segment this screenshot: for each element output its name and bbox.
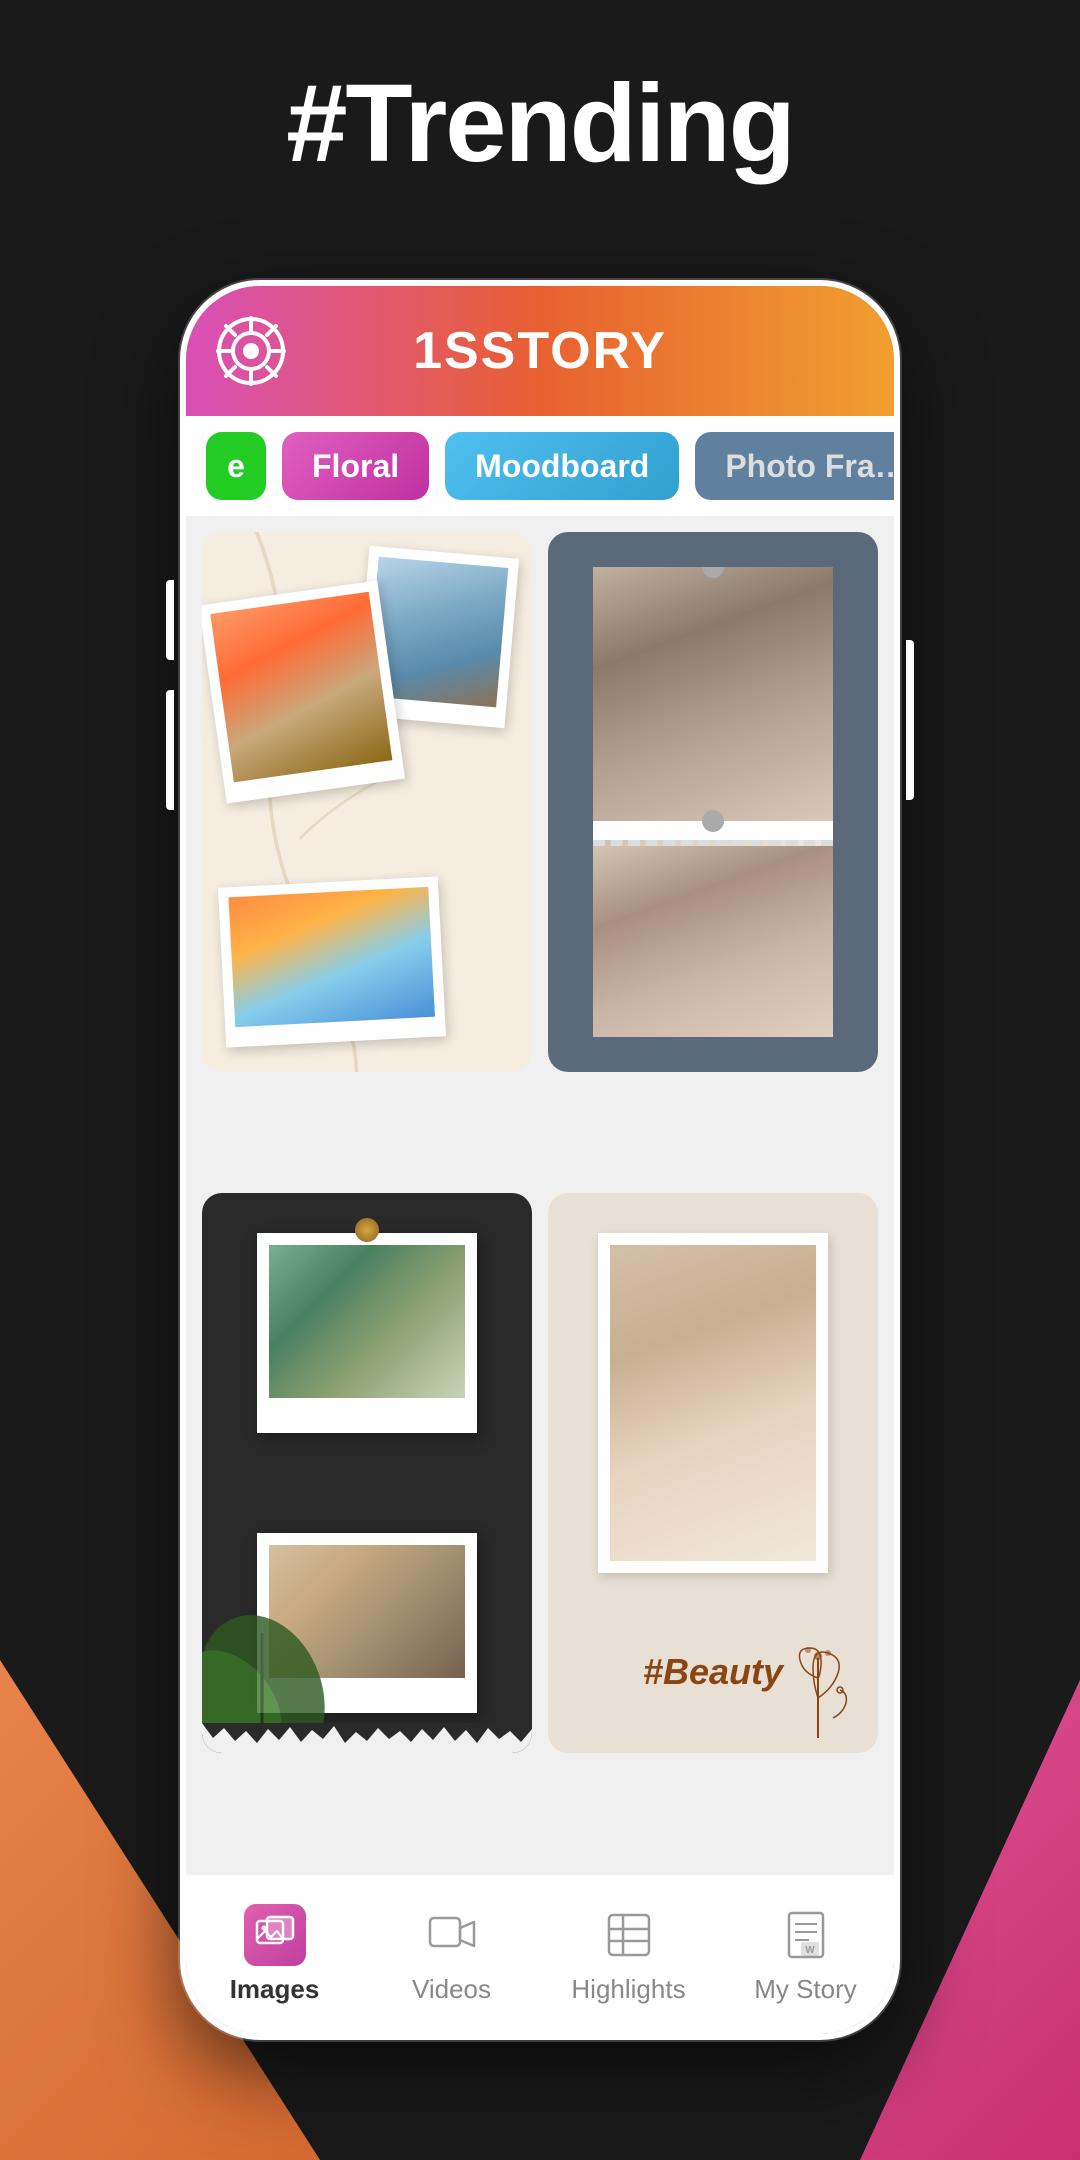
tab-photoframe[interactable]: Photo Fra… — [695, 432, 894, 500]
app-title: 1SSTORY — [413, 321, 667, 381]
film-strip-container — [593, 567, 833, 1037]
floral-decoration — [778, 1638, 858, 1738]
beauty-hashtag: #Beauty — [643, 1651, 783, 1693]
template-card-4[interactable]: #Beauty — [548, 1193, 878, 1753]
trending-title: #Trending — [0, 60, 1080, 187]
nav-label-highlights: Highlights — [571, 1974, 685, 2005]
tape-photo-top — [257, 1233, 477, 1433]
polaroid-bottom — [218, 876, 446, 1047]
app-logo-icon[interactable] — [216, 316, 286, 386]
polaroid-center — [202, 580, 405, 803]
nav-label-images: Images — [230, 1974, 320, 2005]
pin-top — [355, 1218, 379, 1242]
app-header: 1SSTORY — [186, 286, 894, 416]
nav-item-mystory[interactable]: W My Story — [717, 1904, 894, 2005]
nav-item-images[interactable]: Images — [186, 1904, 363, 2005]
phone-button-right — [906, 640, 914, 800]
film-photo-bottom — [593, 840, 833, 1037]
tab-moodboard[interactable]: Moodboard — [445, 432, 679, 500]
phone-button-left-1 — [166, 580, 174, 660]
videos-icon — [421, 1904, 483, 1966]
tab-floral[interactable]: Floral — [282, 432, 429, 500]
film-pin-mid — [702, 810, 724, 832]
filter-tabs-bar: e Floral Moodboard Photo Fra… — [186, 416, 894, 516]
bottom-navigation: Images Videos — [186, 1874, 894, 2034]
template-card-3[interactable] — [202, 1193, 532, 1753]
phone-screen: 1SSTORY e Floral Moodboard Photo Fra… — [186, 286, 894, 2034]
beauty-photo-frame — [598, 1233, 828, 1573]
images-icon — [244, 1904, 306, 1966]
template-card-1[interactable] — [202, 532, 532, 1072]
nav-label-mystory: My Story — [754, 1974, 857, 2005]
film-photo-top — [593, 567, 833, 821]
nav-item-videos[interactable]: Videos — [363, 1904, 540, 2005]
phone-button-left-2 — [166, 690, 174, 810]
highlights-icon — [598, 1904, 660, 1966]
mystory-icon: W — [775, 1904, 837, 1966]
tab-e[interactable]: e — [206, 432, 266, 500]
torn-edge — [202, 1723, 532, 1753]
nav-item-highlights[interactable]: Highlights — [540, 1904, 717, 2005]
phone-frame: 1SSTORY e Floral Moodboard Photo Fra… — [180, 280, 900, 2040]
template-grid: #Beauty — [186, 516, 894, 1874]
template-card-2[interactable] — [548, 532, 878, 1072]
svg-text:W: W — [805, 1945, 815, 1956]
nav-label-videos: Videos — [412, 1974, 491, 2005]
